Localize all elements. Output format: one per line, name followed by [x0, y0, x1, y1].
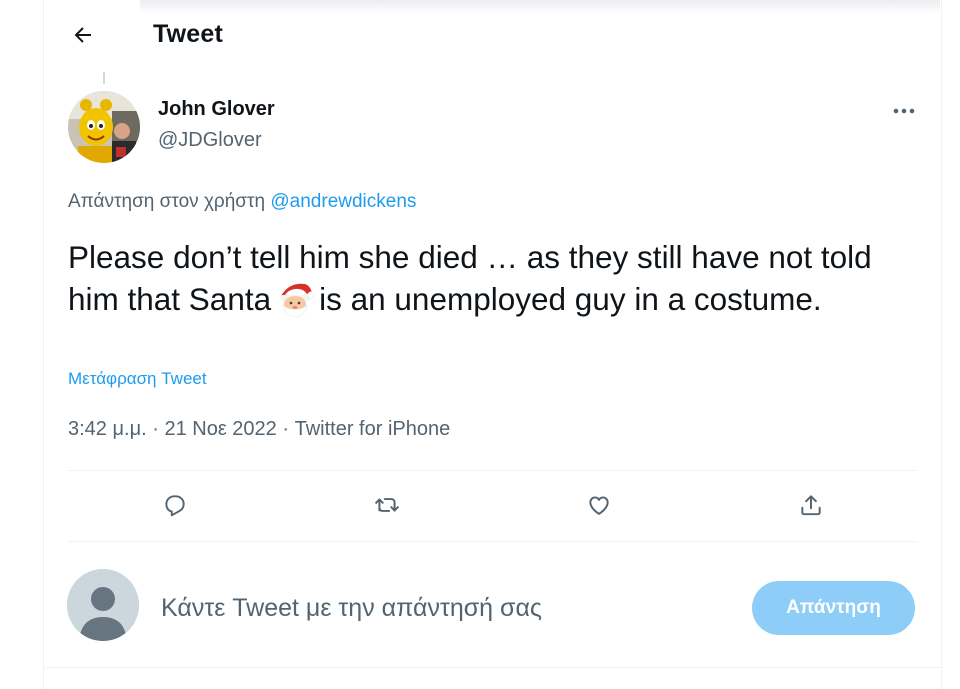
arrow-left-icon	[74, 27, 91, 43]
reply-mention-link[interactable]: @andrewdickens	[270, 191, 416, 212]
tweet-metadata: 3:42 μ.μ. · 21 Νοε 2022 · Twitter for iP…	[68, 418, 450, 441]
tweet-text: Please don’t tell him she died … as they…	[68, 236, 908, 320]
tweet-date[interactable]: 21 Νοε 2022	[164, 418, 276, 440]
replying-to-label: Απάντηση στον χρήστη	[68, 191, 266, 212]
tweet-time[interactable]: 3:42 μ.μ.	[68, 418, 147, 440]
user-avatar[interactable]	[67, 569, 139, 641]
meta-separator: ·	[152, 418, 159, 440]
share-icon	[801, 495, 821, 516]
tweet-text-part2: is an unemployed guy in a costume.	[319, 281, 822, 317]
like-button[interactable]	[582, 488, 616, 522]
share-button[interactable]	[794, 488, 828, 522]
page-header: Tweet	[44, 0, 941, 70]
divider	[68, 541, 918, 542]
translate-tweet-link[interactable]: Μετάφραση Tweet	[68, 369, 207, 389]
like-icon	[589, 496, 609, 515]
reply-submit-button[interactable]: Απάντηση	[752, 581, 915, 635]
author-avatar[interactable]	[68, 91, 140, 163]
tweet-source[interactable]: Twitter for iPhone	[295, 418, 451, 440]
more-options-button[interactable]	[886, 98, 922, 124]
author-handle[interactable]: @JDGlover	[158, 129, 262, 152]
reply-input[interactable]	[161, 588, 721, 628]
reply-icon	[165, 495, 185, 517]
thread-line	[103, 72, 105, 84]
replying-to: Απάντηση στον χρήστη @andrewdickens	[68, 191, 416, 213]
retweet-button[interactable]	[370, 488, 404, 522]
default-avatar-icon	[67, 569, 139, 641]
santa-emoji-icon	[280, 283, 315, 318]
page-title: Tweet	[153, 20, 223, 48]
more-horizontal-icon	[893, 108, 915, 114]
column-border-right	[941, 0, 942, 689]
reply-button[interactable]	[158, 488, 192, 522]
column-border-left	[43, 0, 44, 689]
divider	[68, 470, 918, 471]
divider	[44, 667, 941, 668]
meta-separator: ·	[282, 418, 290, 440]
avatar-photo	[68, 91, 140, 163]
author-name[interactable]: John Glover	[158, 98, 275, 121]
retweet-icon	[375, 498, 399, 512]
back-button[interactable]	[66, 18, 100, 52]
